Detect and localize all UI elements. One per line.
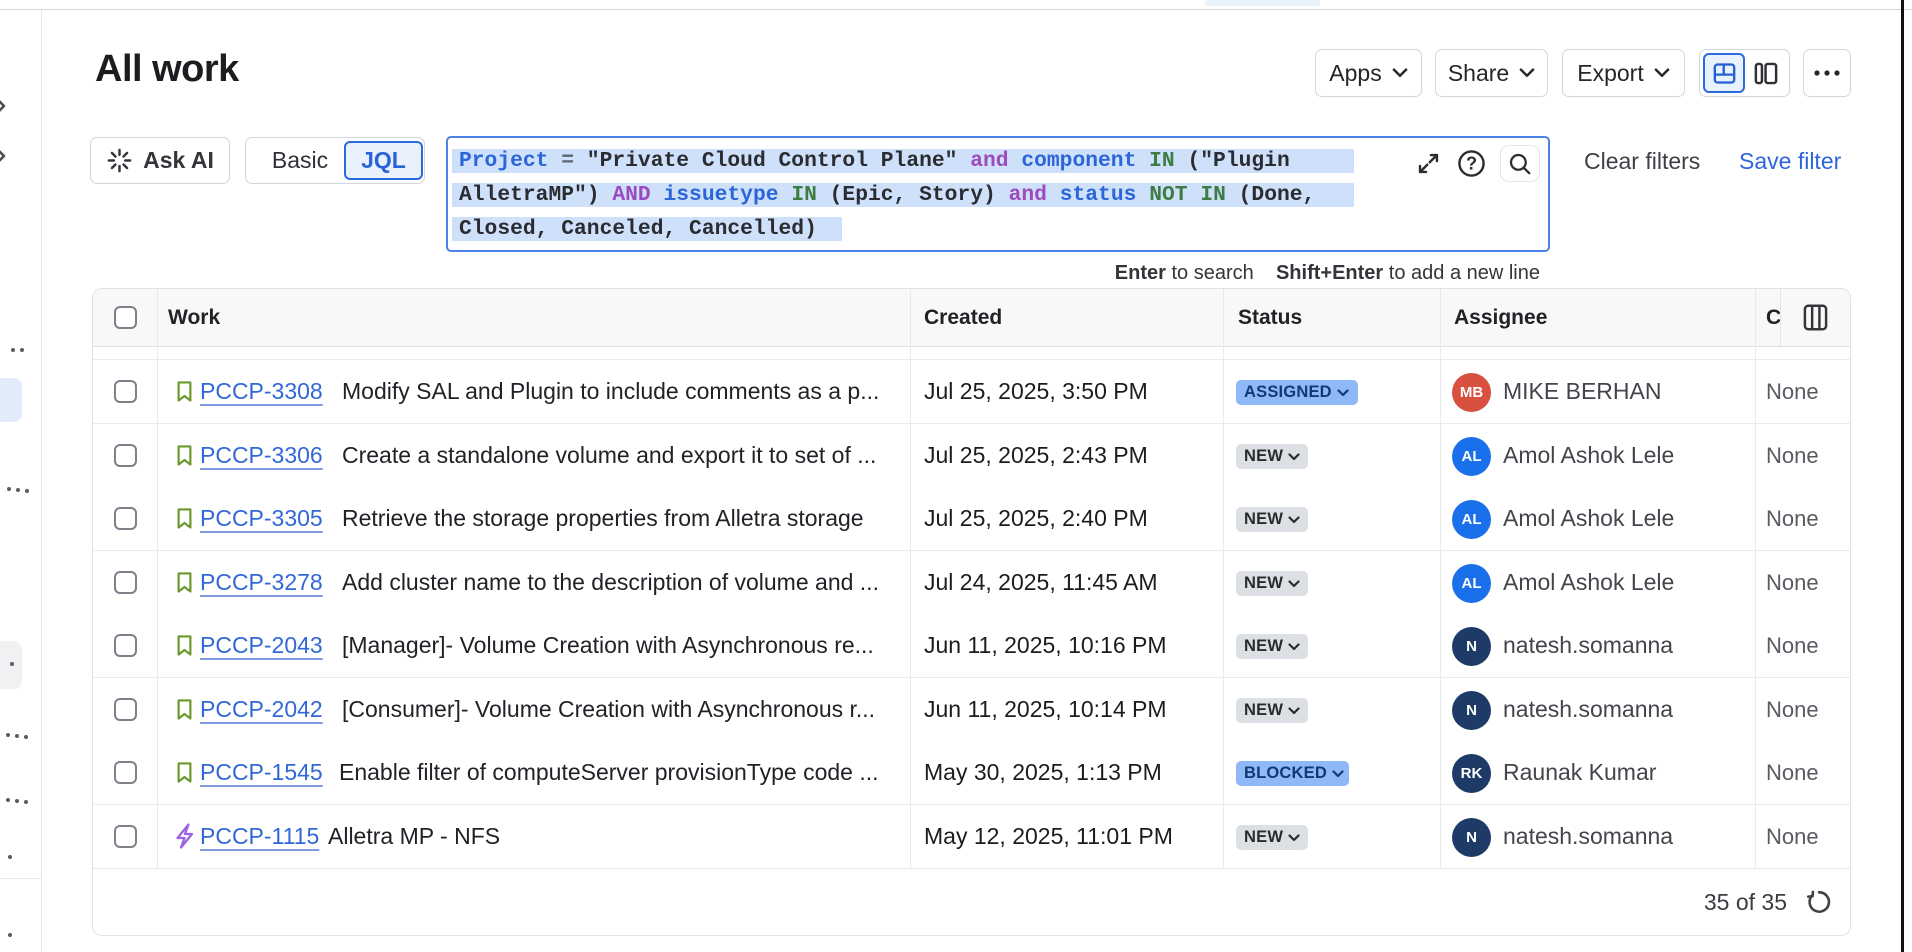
svg-text:?: ? [1466,154,1477,174]
